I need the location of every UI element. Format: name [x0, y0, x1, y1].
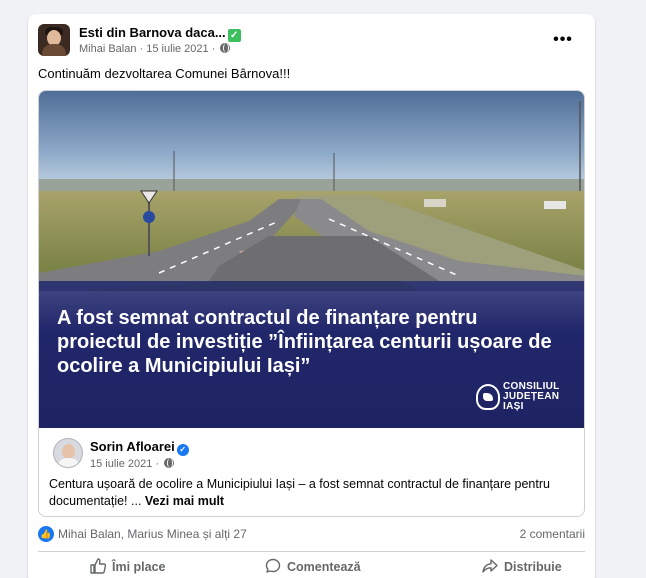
like-label: Îmi place [112, 560, 166, 574]
post-text: Continuăm dezvoltarea Comunei Bârnova!!! [38, 66, 291, 81]
meta-separator: · [136, 43, 147, 55]
verified-check-icon: ✓ [176, 444, 189, 456]
thumbs-up-icon [90, 558, 106, 574]
comment-icon [265, 558, 281, 573]
inner-author-avatar[interactable] [53, 438, 83, 468]
post-image[interactable]: A fost semnat contractul de finanțare pe… [39, 91, 584, 428]
inner-post: Sorin Afloarei ✓ 15 iulie 2021 · Centura … [39, 428, 584, 516]
post-card: Esti din Barnova daca... ✓ Mihai Balan · … [28, 14, 595, 578]
reactions-bar: 👍 Mihai Balan, Marius Minea și alți 27 2… [38, 525, 585, 545]
verified-check-icon: ✓ [227, 29, 241, 42]
inner-post-text: Centura ușoară de ocolire a Municipiului… [49, 476, 569, 510]
like-button[interactable]: Îmi place [38, 554, 218, 578]
like-reaction-icon[interactable]: 👍 [38, 526, 54, 542]
post-meta: Mihai Balan · 15 iulie 2021 · [79, 43, 231, 55]
inner-author-text[interactable]: Sorin Afloarei [90, 439, 175, 454]
share-icon [482, 559, 498, 573]
meta-separator: · [152, 458, 163, 470]
group-name-text[interactable]: Esti din Barnova daca... [79, 25, 226, 40]
inner-post-meta: 15 iulie 2021 · [90, 458, 175, 470]
group-name[interactable]: Esti din Barnova daca... ✓ [79, 25, 241, 42]
post-header: Esti din Barnova daca... ✓ Mihai Balan · … [38, 24, 585, 64]
shared-post[interactable]: A fost semnat contractul de finanțare pe… [38, 90, 585, 517]
group-avatar[interactable] [38, 24, 70, 56]
post-author[interactable]: Mihai Balan [79, 43, 136, 55]
comment-button[interactable]: Comentează [221, 554, 401, 578]
see-more-link[interactable]: Vezi mai mult [145, 494, 224, 508]
post-date[interactable]: 15 iulie 2021 [146, 43, 208, 55]
reaction-names[interactable]: Mihai Balan, Marius Minea și alți 27 [58, 527, 247, 541]
banner-headline: A fost semnat contractul de finanțare pe… [57, 307, 552, 377]
inner-author-name[interactable]: Sorin Afloarei ✓ [90, 439, 189, 456]
globe-icon [220, 43, 231, 53]
meta-separator: · [208, 43, 219, 55]
inner-post-body: Centura ușoară de ocolire a Municipiului… [49, 477, 550, 508]
logo-line3: IAȘI [503, 401, 524, 412]
inner-post-date[interactable]: 15 iulie 2021 [90, 458, 152, 470]
council-logo-icon: CONSILIUL JUDEȚEAN IAȘI [476, 382, 572, 412]
globe-icon [164, 458, 175, 468]
comment-label: Comentează [287, 560, 361, 574]
divider [38, 551, 585, 552]
share-button[interactable]: Distribuie [404, 554, 584, 578]
comments-count[interactable]: 2 comentarii [520, 527, 585, 541]
more-icon[interactable]: ••• [549, 30, 577, 50]
share-label: Distribuie [504, 560, 562, 574]
action-bar: Îmi place Comentează Distribuie [38, 554, 585, 578]
